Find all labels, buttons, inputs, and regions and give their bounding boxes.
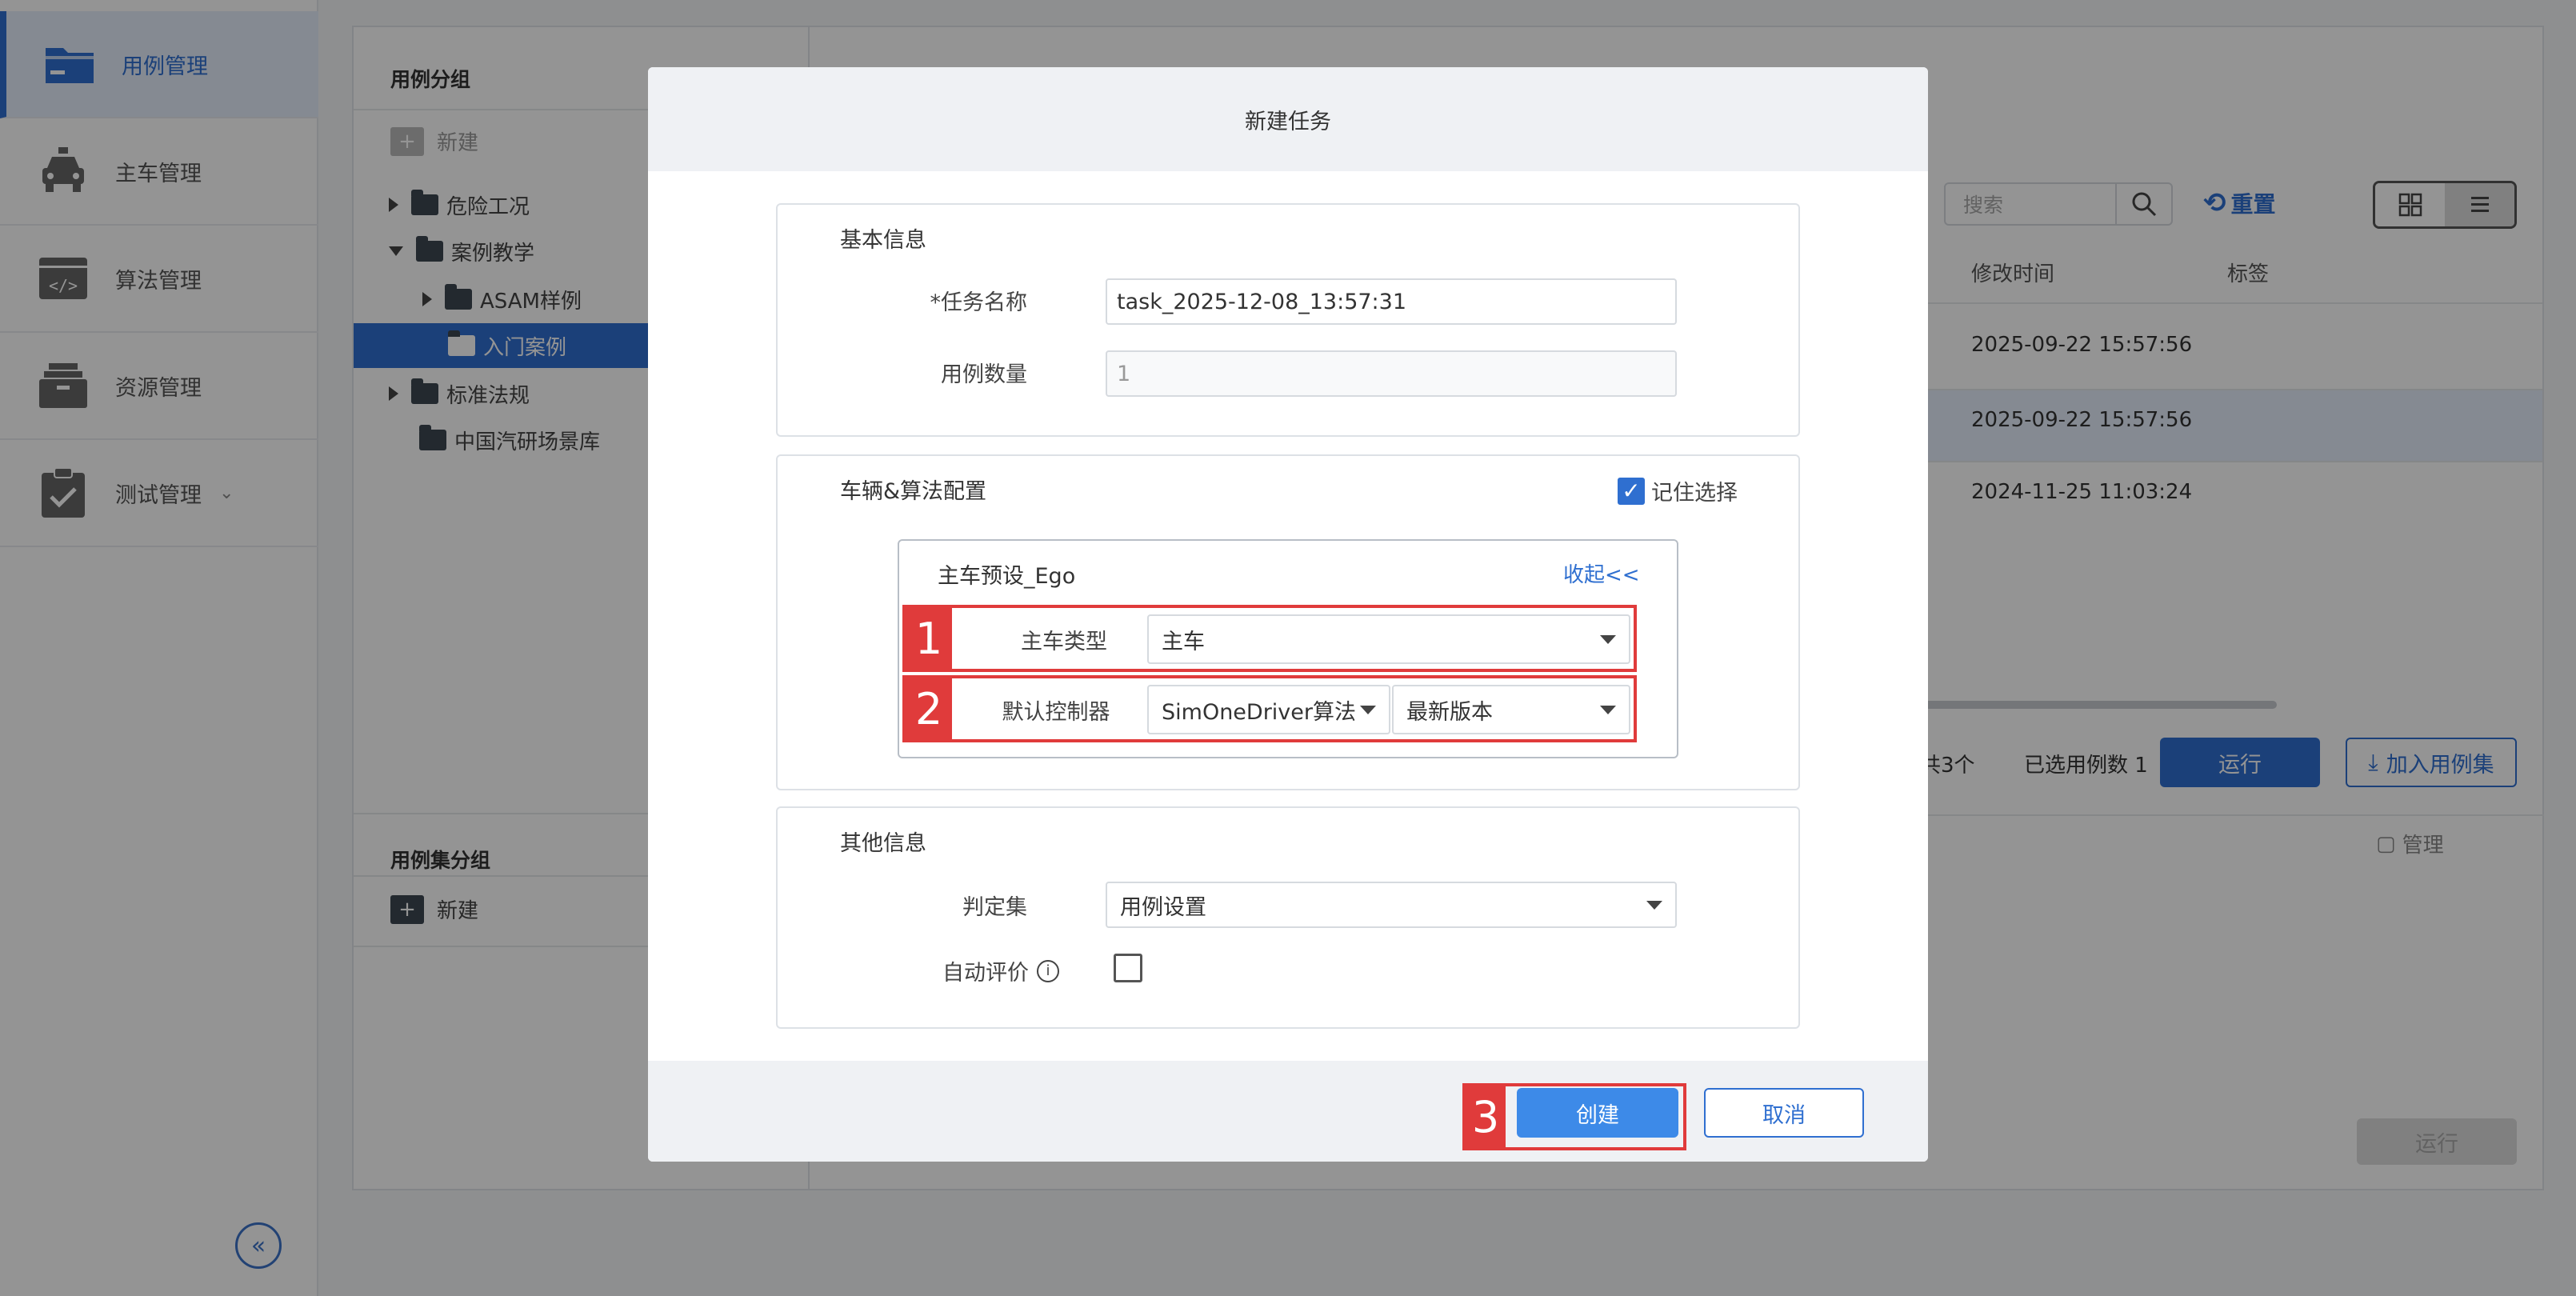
basic-info-section: 基本信息 *任务名称 task_2025-12-08_13:57:31 用例数量… (776, 203, 1800, 437)
annotation-badge-1: 1 (906, 608, 952, 669)
case-count-value: 1 (1117, 361, 1131, 386)
vehicle-type-select[interactable]: 主车 (1147, 614, 1630, 664)
dialog-title: 新建任务 (1245, 109, 1331, 134)
cancel-button[interactable]: 取消 (1704, 1088, 1864, 1138)
auto-eval-checkbox[interactable] (1114, 954, 1142, 982)
new-task-dialog: 新建任务 基本信息 *任务名称 task_2025-12-08_13:57:31… (648, 67, 1928, 1162)
checkmark-icon: ✓ (1618, 477, 1645, 505)
vehicle-type-value: 主车 (1162, 629, 1205, 654)
controller-select[interactable]: SimOneDriver算法 (1147, 685, 1390, 734)
case-count-label: 用例数量 (941, 362, 1027, 387)
auto-eval-label: 自动评价 (942, 961, 1029, 986)
case-count-input: 1 (1106, 350, 1677, 397)
version-value: 最新版本 (1406, 699, 1493, 725)
task-name-label: *任务名称 (930, 290, 1028, 315)
basic-info-title: 基本信息 (840, 228, 926, 253)
annotation-badge-3: 3 (1466, 1086, 1506, 1147)
annotation-badge-2: 2 (906, 678, 952, 739)
judge-set-value: 用例设置 (1120, 894, 1206, 920)
vehicle-type-label: 主车类型 (1021, 630, 1107, 654)
default-controller-label: 默认控制器 (1002, 700, 1110, 725)
vehicle-config-title: 车辆&算法配置 (840, 479, 987, 504)
preset-title: 主车预设_Ego (938, 564, 1076, 589)
caret-down-icon (1360, 706, 1376, 714)
judge-set-label: 判定集 (962, 895, 1027, 920)
controller-value: SimOneDriver算法 (1162, 699, 1356, 725)
remember-label: 记住选择 (1651, 481, 1738, 506)
create-button[interactable]: 创建 (1517, 1088, 1678, 1138)
controller-version-select[interactable]: 最新版本 (1392, 685, 1630, 734)
collapse-link[interactable]: 收起<< (1563, 558, 1640, 588)
dialog-header: 新建任务 (648, 67, 1928, 171)
other-info-title: 其他信息 (840, 831, 926, 856)
caret-down-icon (1646, 901, 1662, 910)
remember-selection-checkbox[interactable]: ✓ 记住选择 (1618, 475, 1738, 506)
caret-down-icon (1600, 706, 1616, 714)
caret-down-icon (1600, 635, 1616, 644)
task-name-input[interactable]: task_2025-12-08_13:57:31 (1106, 278, 1677, 325)
task-name-value: task_2025-12-08_13:57:31 (1117, 289, 1407, 314)
info-icon[interactable]: i (1037, 959, 1059, 982)
other-info-section: 其他信息 判定集 用例设置 自动评价 i (776, 806, 1800, 1029)
judge-set-select[interactable]: 用例设置 (1106, 882, 1677, 928)
auto-eval-label-group: 自动评价 i (778, 955, 1059, 986)
